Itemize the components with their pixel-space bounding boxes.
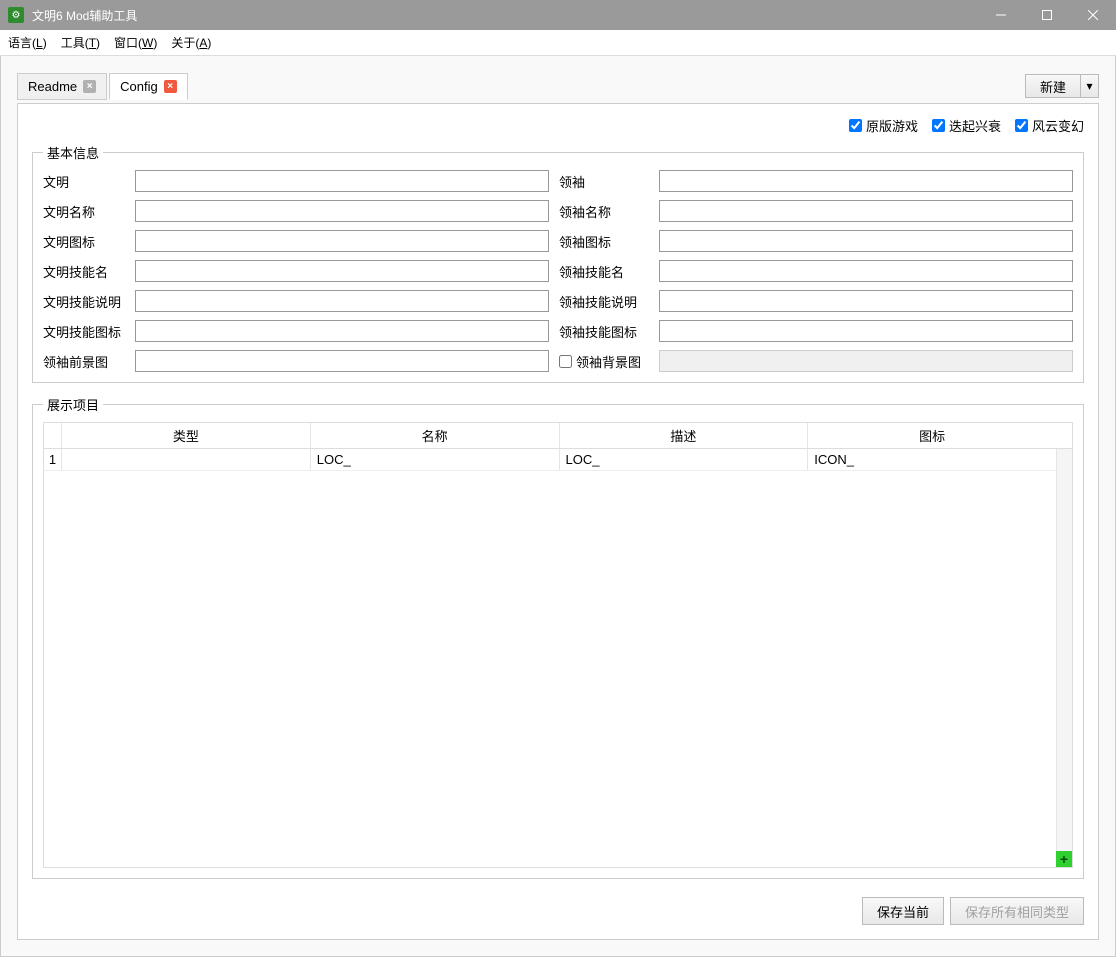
new-button-label: 新建	[1040, 77, 1066, 96]
checkbox-gathering[interactable]: 风云变幻	[1015, 116, 1084, 135]
display-legend: 展示项目	[43, 395, 103, 414]
label-leader-icon: 领袖图标	[559, 232, 649, 251]
label-civ-skill-name: 文明技能名	[43, 262, 125, 281]
menu-tools[interactable]: 工具(T)	[61, 34, 100, 51]
menu-about[interactable]: 关于(A)	[171, 34, 211, 51]
new-button-dropdown[interactable]: ▾	[1081, 74, 1099, 98]
label-civ-skill-icon: 文明技能图标	[43, 322, 125, 341]
maximize-button[interactable]	[1024, 0, 1070, 30]
input-civ[interactable]	[135, 170, 549, 192]
input-leader-fg[interactable]	[135, 350, 549, 372]
close-button[interactable]	[1070, 0, 1116, 30]
input-leader-skill-name[interactable]	[659, 260, 1073, 282]
chevron-down-icon: ▾	[1086, 79, 1092, 93]
row-index: 1	[44, 449, 62, 470]
cell-type[interactable]	[62, 449, 311, 470]
main-panel: 原版游戏 迭起兴衰 风云变幻 基本信息 文明 领袖 文明名称 领袖名称	[17, 103, 1099, 940]
label-civ-name: 文明名称	[43, 202, 125, 221]
cell-desc[interactable]: LOC_	[560, 449, 809, 470]
basic-info-legend: 基本信息	[43, 143, 103, 162]
display-fieldset: 展示项目 类型 名称 描述 图标 1 LOC_ LOC_ ICO	[32, 395, 1084, 879]
menu-language[interactable]: 语言(L)	[8, 34, 47, 51]
header-icon[interactable]: 图标	[808, 423, 1056, 448]
cell-icon[interactable]: ICON_	[808, 449, 1056, 470]
close-icon[interactable]: ×	[83, 80, 96, 93]
header-desc[interactable]: 描述	[560, 423, 809, 448]
input-leader-icon[interactable]	[659, 230, 1073, 252]
input-leader-bg	[659, 350, 1073, 372]
titlebar: ⚙ 文明6 Mod辅助工具	[0, 0, 1116, 30]
input-leader-skill-desc[interactable]	[659, 290, 1073, 312]
tab-config[interactable]: Config ×	[109, 73, 188, 100]
add-row-button[interactable]: +	[1056, 851, 1072, 867]
app-icon: ⚙	[8, 7, 24, 23]
label-civ-icon: 文明图标	[43, 232, 125, 251]
input-civ-icon[interactable]	[135, 230, 549, 252]
checkbox-risefall[interactable]: 迭起兴衰	[932, 116, 1001, 135]
content-area: Readme × Config × 新建 ▾ 原版游戏 迭	[0, 56, 1116, 957]
dlc-checkboxes: 原版游戏 迭起兴衰 风云变幻	[32, 116, 1084, 135]
label-leader-bg: 领袖背景图	[576, 352, 641, 371]
input-leader-skill-icon[interactable]	[659, 320, 1073, 342]
label-civ-skill-desc: 文明技能说明	[43, 292, 125, 311]
input-leader-name[interactable]	[659, 200, 1073, 222]
label-leader: 领袖	[559, 172, 649, 191]
minimize-button[interactable]	[978, 0, 1024, 30]
input-civ-skill-name[interactable]	[135, 260, 549, 282]
window-title: 文明6 Mod辅助工具	[32, 7, 978, 24]
label-leader-name: 领袖名称	[559, 202, 649, 221]
tab-label: Readme	[28, 79, 77, 94]
checkbox-vanilla-input[interactable]	[849, 119, 862, 132]
close-icon[interactable]: ×	[164, 80, 177, 93]
header-type[interactable]: 类型	[62, 423, 311, 448]
table-body: 1 LOC_ LOC_ ICON_ +	[44, 449, 1072, 867]
label-leader-skill-icon: 领袖技能图标	[559, 322, 649, 341]
menu-window[interactable]: 窗口(W)	[114, 34, 157, 51]
basic-info-fieldset: 基本信息 文明 领袖 文明名称 领袖名称 文明图标 领袖图标 文明技能名 领袖技…	[32, 143, 1084, 383]
scrollbar[interactable]	[1056, 449, 1072, 867]
table-header: 类型 名称 描述 图标	[44, 423, 1072, 449]
table-row[interactable]: 1 LOC_ LOC_ ICON_	[44, 449, 1072, 471]
checkbox-gathering-input[interactable]	[1015, 119, 1028, 132]
label-leader-skill-name: 领袖技能名	[559, 262, 649, 281]
save-current-button[interactable]: 保存当前	[862, 897, 944, 925]
bottom-button-bar: 保存当前 保存所有相同类型	[32, 897, 1084, 925]
tab-label: Config	[120, 79, 158, 94]
header-name[interactable]: 名称	[311, 423, 560, 448]
input-civ-name[interactable]	[135, 200, 549, 222]
label-civ: 文明	[43, 172, 125, 191]
tab-readme[interactable]: Readme ×	[17, 73, 107, 100]
display-table: 类型 名称 描述 图标 1 LOC_ LOC_ ICON_	[43, 422, 1073, 868]
input-civ-skill-desc[interactable]	[135, 290, 549, 312]
label-leader-fg: 领袖前景图	[43, 352, 125, 371]
new-button[interactable]: 新建	[1025, 74, 1081, 98]
label-leader-skill-desc: 领袖技能说明	[559, 292, 649, 311]
save-all-same-type-button: 保存所有相同类型	[950, 897, 1084, 925]
checkbox-vanilla[interactable]: 原版游戏	[849, 116, 918, 135]
tab-bar: Readme × Config ×	[17, 72, 190, 100]
input-leader[interactable]	[659, 170, 1073, 192]
checkbox-leader-bg[interactable]	[559, 355, 572, 368]
input-civ-skill-icon[interactable]	[135, 320, 549, 342]
cell-name[interactable]: LOC_	[311, 449, 560, 470]
menubar: 语言(L) 工具(T) 窗口(W) 关于(A)	[0, 30, 1116, 56]
checkbox-risefall-input[interactable]	[932, 119, 945, 132]
